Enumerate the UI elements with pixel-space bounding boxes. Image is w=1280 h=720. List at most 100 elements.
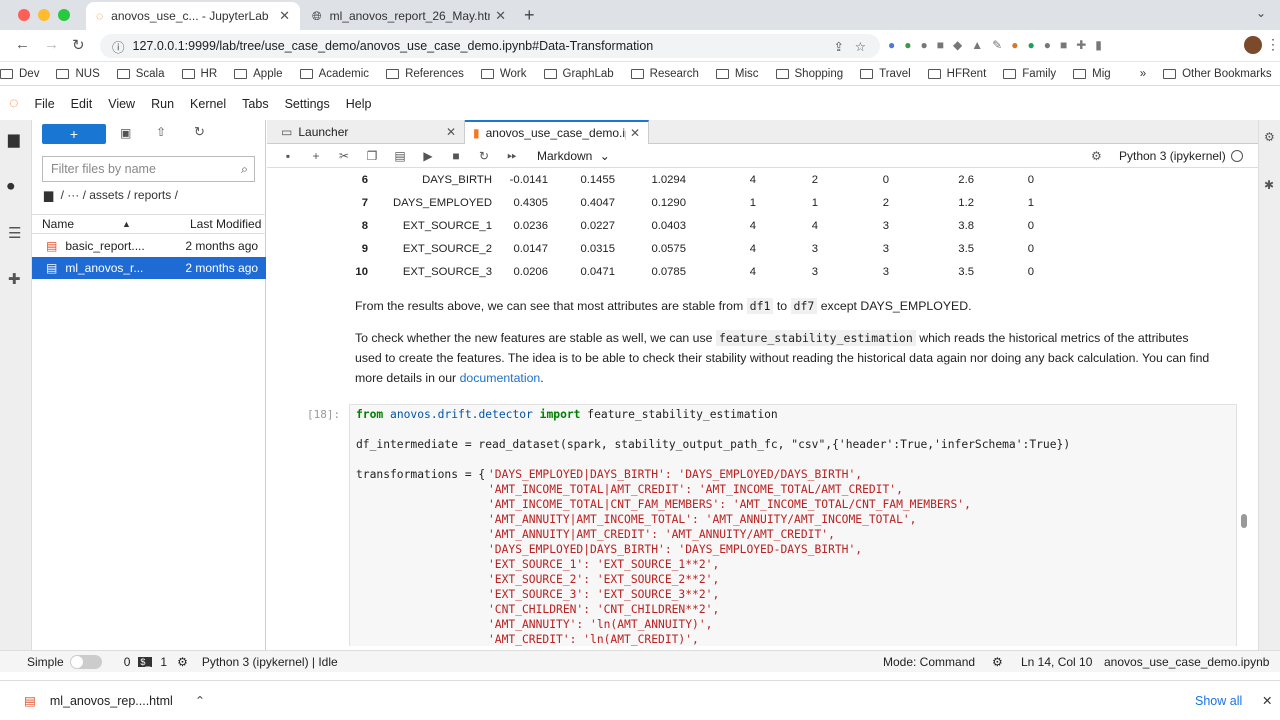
info-icon[interactable]: ⓘ — [112, 37, 125, 56]
browser-tab-report[interactable]: 🌐︎ ml_anovos_report_26_May.htm ✕ — [302, 2, 516, 30]
run-icon[interactable]: ▶ — [421, 149, 435, 163]
cell-type-select[interactable]: Markdown ⌄ — [537, 149, 610, 163]
browser-tab-jupyter[interactable]: ◌ anovos_use_c... - JupyterLab ✕ — [86, 2, 300, 30]
documentation-link[interactable]: documentation — [460, 371, 541, 385]
bookmark-folder[interactable]: NUS — [56, 68, 100, 80]
extension-icon[interactable]: ● — [921, 38, 928, 52]
menu-settings[interactable]: Settings — [285, 97, 330, 111]
zoom-window-button[interactable] — [58, 9, 70, 21]
profile-avatar[interactable] — [1244, 36, 1262, 54]
menu-tabs[interactable]: Tabs — [242, 97, 268, 111]
bookmark-folder[interactable]: HR — [181, 68, 217, 80]
extension-icon[interactable]: ● — [888, 38, 895, 52]
bookmark-folder-other[interactable]: Other Bookmarks — [1163, 68, 1272, 80]
new-tab-button[interactable]: + — [524, 5, 535, 26]
close-tab-icon[interactable]: ✕ — [630, 126, 640, 140]
tab-launcher[interactable]: ▭ Launcher ✕ — [273, 120, 465, 144]
close-tab-icon[interactable]: ✕ — [446, 125, 456, 139]
breadcrumb[interactable]: ▆ / ··· / assets / reports / — [44, 188, 178, 202]
menu-edit[interactable]: Edit — [71, 97, 93, 111]
extension-icon[interactable]: ● — [1044, 38, 1051, 52]
bookmark-star-icon[interactable]: ☆ — [855, 39, 866, 54]
scrollbar-thumb[interactable] — [1241, 514, 1247, 528]
pen-icon[interactable]: ✎ — [992, 38, 1002, 52]
back-icon[interactable]: ← — [15, 36, 30, 53]
copy-icon[interactable]: ❐ — [365, 149, 379, 163]
minimize-window-button[interactable] — [38, 9, 50, 21]
cursor-position[interactable]: Ln 14, Col 10 — [1021, 655, 1092, 669]
extension-icon[interactable]: ▲ — [971, 38, 983, 52]
bookmark-folder[interactable]: Research — [630, 68, 699, 80]
extension-icon[interactable]: ● — [904, 38, 911, 52]
debugger-icon[interactable]: ✱ — [1264, 178, 1274, 192]
column-modified-header[interactable]: Last Modified — [190, 217, 261, 231]
add-cell-icon[interactable]: + — [309, 149, 323, 163]
tab-notebook[interactable]: ▮ anovos_use_case_demo.ipy ✕ — [465, 120, 649, 144]
restart-icon[interactable]: ↻ — [477, 149, 491, 163]
bookmark-folder[interactable]: HFRent — [927, 68, 986, 80]
simple-mode-toggle[interactable] — [69, 654, 102, 669]
url-omnibox[interactable]: ⓘ 127.0.0.1:9999/lab/tree/use_case_demo/… — [100, 34, 880, 58]
extension-icon[interactable]: ■ — [1060, 38, 1067, 52]
bookmark-folder[interactable]: GraphLab — [543, 68, 614, 80]
bookmark-folder[interactable]: Travel — [860, 68, 911, 80]
chevron-up-icon[interactable]: ⌃ — [195, 693, 205, 708]
share-icon[interactable]: ⇪ — [834, 39, 844, 54]
more-menu-icon[interactable]: ⋮ — [1266, 36, 1280, 53]
menu-help[interactable]: Help — [346, 97, 372, 111]
menu-kernel[interactable]: Kernel — [190, 97, 226, 111]
tab-search-icon[interactable]: ⌄ — [1256, 6, 1266, 20]
terminal-count[interactable]: 0 — [124, 655, 131, 669]
kernel-status[interactable]: Python 3 (ipykernel) | Idle — [202, 655, 338, 669]
gear-icon[interactable]: ⚙ — [1091, 149, 1102, 163]
file-row-selected[interactable]: ▤ ml_anovos_r... 2 months ago — [32, 257, 266, 279]
bookmark-folder[interactable]: Dev — [0, 68, 39, 80]
extension-icon[interactable]: ■ — [937, 38, 944, 52]
settings-icon[interactable]: ⚙ — [992, 655, 1003, 669]
reload-icon[interactable]: ↻ — [72, 36, 85, 54]
kernel-count[interactable]: 1 — [160, 655, 167, 669]
bookmark-folder[interactable]: References — [386, 68, 464, 80]
property-inspector-icon[interactable]: ⚙ — [1264, 130, 1275, 144]
running-icon[interactable]: ⏺ — [7, 178, 15, 195]
bookmark-folder[interactable]: Shopping — [775, 68, 843, 80]
paste-icon[interactable]: ▤ — [393, 149, 407, 163]
refresh-icon[interactable]: ↻ — [194, 124, 205, 140]
upload-icon[interactable]: ⇧ — [156, 125, 166, 139]
fast-forward-icon[interactable]: ⏩︎ — [505, 148, 519, 163]
new-launcher-button[interactable]: + — [42, 124, 106, 144]
puzzle-icon[interactable]: ✚ — [1076, 38, 1086, 52]
download-filename[interactable]: ml_anovos_rep....html — [50, 694, 173, 708]
column-name-header[interactable]: Name — [42, 217, 122, 231]
stop-icon[interactable]: ■ — [449, 149, 463, 163]
close-icon[interactable]: ✕ — [1262, 693, 1272, 708]
close-tab-icon[interactable]: ✕ — [279, 8, 290, 24]
forward-icon[interactable]: → — [44, 36, 59, 53]
extension-icon[interactable]: ◆ — [953, 38, 962, 52]
folder-icon[interactable]: ▆ — [8, 130, 20, 148]
bookmark-folder[interactable]: Misc — [715, 68, 759, 80]
table-of-contents-icon[interactable]: ☰ — [8, 224, 21, 242]
bookmarks-overflow-button[interactable]: » — [1140, 68, 1146, 80]
menu-view[interactable]: View — [108, 97, 135, 111]
bookmark-folder[interactable]: Apple — [234, 68, 283, 80]
bookmark-folder[interactable]: Scala — [116, 68, 165, 80]
bookmark-folder[interactable]: Mig — [1073, 68, 1111, 80]
menu-file[interactable]: File — [35, 97, 55, 111]
bookmark-folder[interactable]: Work — [480, 68, 527, 80]
cut-icon[interactable]: ✂ — [337, 149, 351, 163]
new-folder-icon[interactable]: ▣ — [120, 126, 131, 140]
save-icon[interactable]: ▪ — [281, 149, 295, 163]
code-cell-editor[interactable]: from anovos.drift.detector import featur… — [349, 404, 1237, 646]
file-row[interactable]: ▤ basic_report.... 2 months ago — [32, 235, 266, 257]
extension-manager-icon[interactable]: ✚ — [8, 270, 21, 288]
close-tab-icon[interactable]: ✕ — [495, 8, 506, 24]
bookmark-folder[interactable]: Academic — [299, 68, 369, 80]
extension-icon[interactable]: ● — [1011, 38, 1018, 52]
file-filter-input[interactable]: Filter files by name ⌕ — [42, 156, 255, 182]
bookmark-folder[interactable]: Family — [1003, 68, 1056, 80]
menu-run[interactable]: Run — [151, 97, 174, 111]
sidepanel-icon[interactable]: ▮ — [1095, 38, 1102, 52]
grammarly-icon[interactable]: ● — [1027, 38, 1034, 52]
show-all-button[interactable]: Show all — [1195, 694, 1242, 708]
